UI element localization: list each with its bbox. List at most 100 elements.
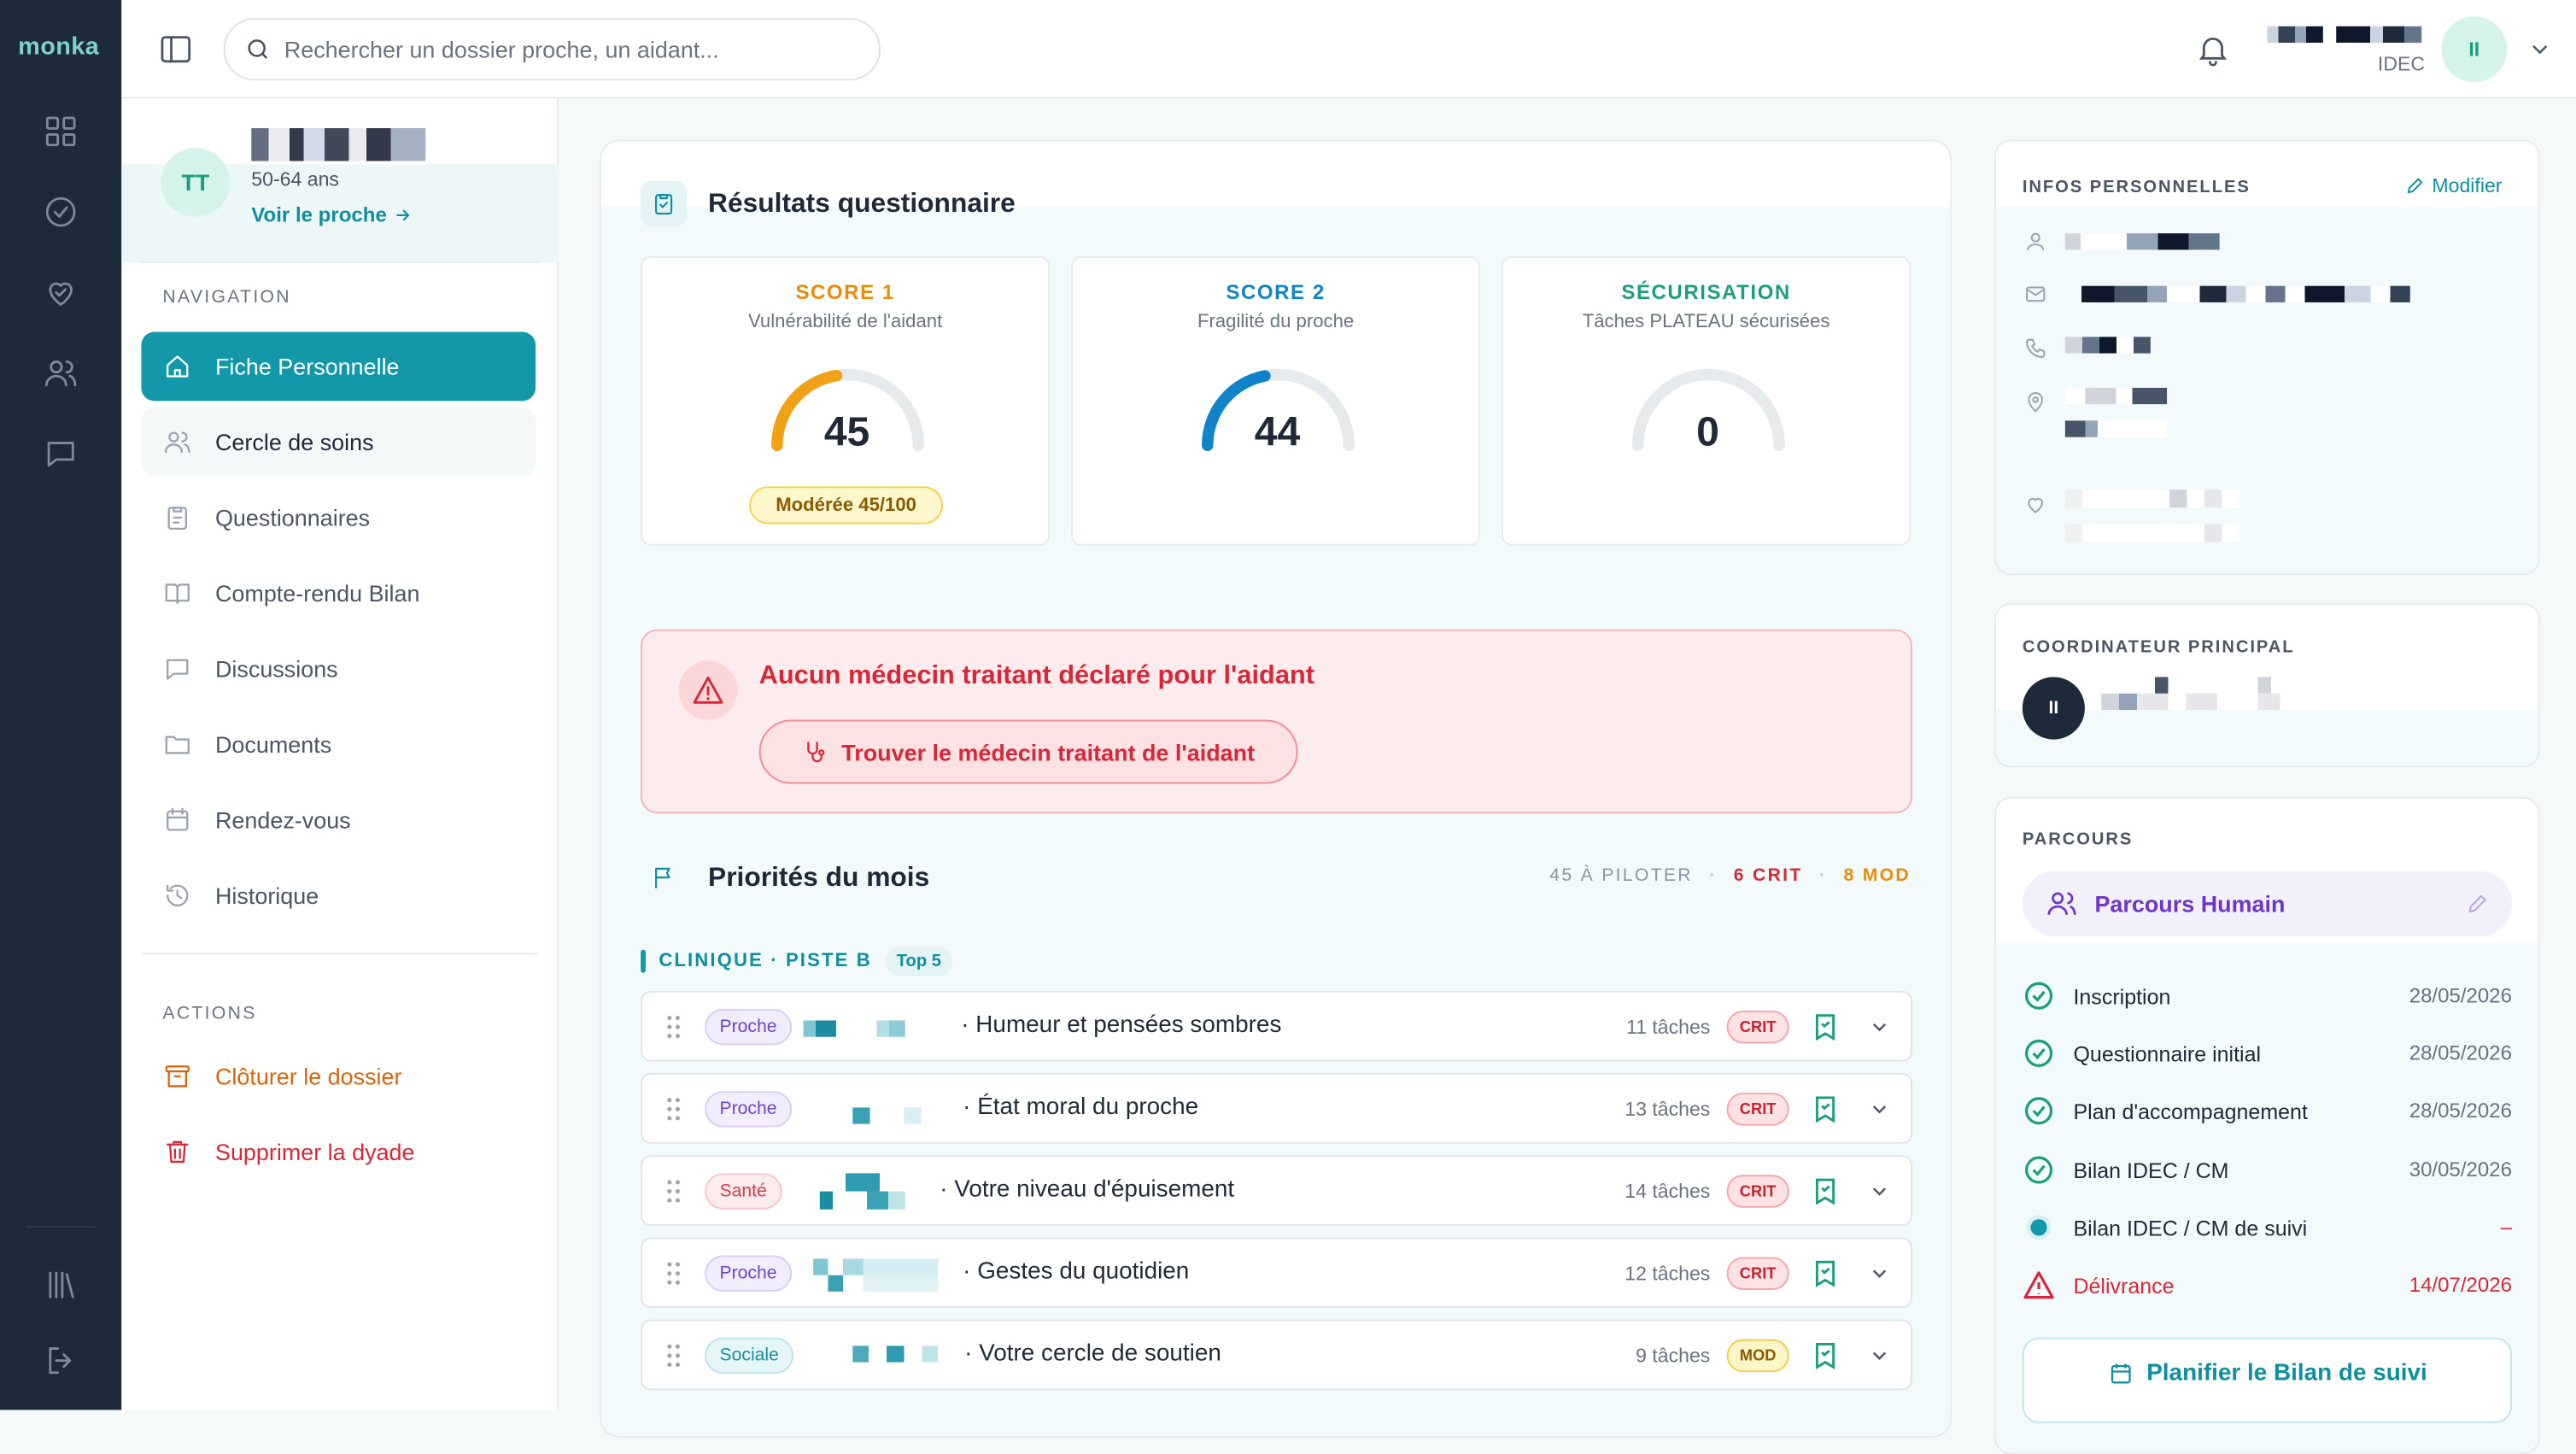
delete-dyad-button[interactable]: Supprimer la dyade	[141, 1123, 536, 1181]
main-card: Résultats questionnaire SCORE 1 Vulnérab…	[600, 139, 1952, 1439]
chevron-down-icon[interactable]	[1868, 1016, 1891, 1039]
bookmark-icon[interactable]	[1812, 1258, 1839, 1288]
see-relative-label: Voir le proche	[251, 203, 387, 227]
parcours-selector[interactable]: Parcours Humain	[2022, 871, 2513, 937]
stat-mod: 8 MOD	[1843, 865, 1912, 886]
user-name-redacted	[2267, 23, 2425, 46]
drag-handle-icon[interactable]	[665, 1342, 682, 1369]
nav-item-label: Compte-rendu Bilan	[214, 579, 420, 607]
nav-item-historique[interactable]: Historique	[141, 861, 536, 930]
flag-icon	[641, 854, 687, 900]
chevron-down-icon[interactable]	[1868, 1344, 1891, 1367]
phone-icon	[2026, 338, 2046, 358]
row-tag: Proche	[705, 1255, 792, 1292]
user-icon	[2027, 232, 2045, 250]
row-title: · Votre niveau d'épuisement	[940, 1176, 1235, 1204]
category-label: CLINIQUE · PISTE B	[659, 951, 872, 971]
app-logo: monka	[18, 32, 100, 62]
search-bar[interactable]	[223, 18, 881, 81]
chevron-down-icon[interactable]	[1868, 1098, 1891, 1121]
priority-row[interactable]: Sociale · Votre cercle de soutien 9 tâch…	[641, 1319, 1912, 1391]
pencil-icon	[2408, 178, 2424, 194]
drag-handle-icon[interactable]	[665, 1096, 682, 1123]
row-level-badge: CRIT	[1726, 1093, 1789, 1126]
row-level-badge: CRIT	[1726, 1257, 1789, 1290]
bookmark-icon[interactable]	[1812, 1341, 1839, 1371]
drag-handle-icon[interactable]	[665, 1014, 682, 1041]
nav-item-label: Questionnaires	[214, 504, 371, 531]
sidebar-toggle-icon[interactable]	[158, 32, 194, 67]
nav-item-fiche-personnelle[interactable]: Fiche Personnelle	[141, 331, 536, 402]
plan-follow-up-button[interactable]: Planifier le Bilan de suivi	[2022, 1337, 2513, 1423]
patient-avatar: TT	[161, 148, 231, 217]
priority-row[interactable]: Proche · Gestes du quotidien 12 tâches C…	[641, 1237, 1912, 1309]
message-icon	[167, 659, 189, 680]
patient-age: 50-64 ans	[251, 167, 339, 191]
navigation-label: NAVIGATION	[162, 287, 291, 308]
priority-row[interactable]: Santé · Votre niveau d'épuisement 14 tâc…	[641, 1155, 1912, 1226]
drag-handle-icon[interactable]	[665, 1178, 682, 1205]
bookmark-icon[interactable]	[1812, 1094, 1839, 1124]
redacted-name	[852, 1107, 939, 1124]
nav-item-compte-rendu-bilan[interactable]: Compte-rendu Bilan	[141, 559, 536, 628]
step-label: Inscription	[2073, 983, 2171, 1009]
logout-icon[interactable]	[38, 1338, 84, 1384]
nav-item-documents[interactable]: Documents	[141, 710, 536, 779]
score-title: SCORE 1	[795, 280, 895, 304]
trash-icon	[167, 1140, 189, 1164]
nav-item-label: Discussions	[214, 655, 338, 683]
user-avatar[interactable]: II	[2441, 16, 2508, 83]
nav-item-discussions[interactable]: Discussions	[141, 634, 536, 703]
rail-divider	[26, 1225, 96, 1228]
parcours-step: Bilan IDEC / CM 30/05/2026	[2023, 1152, 2512, 1187]
nav-item-questionnaires[interactable]: Questionnaires	[141, 484, 536, 553]
users-icon	[2047, 892, 2076, 915]
bookmark-icon[interactable]	[1812, 1012, 1839, 1042]
chevron-down-icon[interactable]	[1868, 1262, 1891, 1285]
check-circle-icon	[2025, 1039, 2053, 1067]
chevron-down-icon[interactable]	[1868, 1180, 1891, 1203]
row-tag: Proche	[705, 1091, 792, 1128]
row-task-count: 14 tâches	[1625, 1180, 1711, 1204]
bookmark-icon[interactable]	[1812, 1176, 1839, 1206]
step-date: 14/07/2026	[2409, 1273, 2513, 1297]
row-tag: Santé	[705, 1173, 782, 1210]
tasks-check-icon[interactable]	[38, 189, 84, 235]
bell-icon[interactable]	[2195, 32, 2231, 67]
check-circle-icon	[2025, 982, 2053, 1010]
users-icon[interactable]	[38, 350, 84, 396]
redacted-phone-value	[2064, 337, 2151, 354]
row-title: · Gestes du quotidien	[963, 1258, 1190, 1286]
no-doctor-alert: Aucun médecin traitant déclaré pour l'ai…	[641, 629, 1912, 814]
pencil-icon[interactable]	[2466, 892, 2489, 915]
score-card-3: SÉCURISATION Tâches PLATEAU sécurisées 0	[1502, 256, 1912, 546]
priority-row[interactable]: Proche · Humeur et pensées sombres 11 tâ…	[641, 990, 1912, 1062]
care-heart-icon[interactable]	[38, 269, 84, 315]
find-doctor-button[interactable]: Trouver le médecin traitant de l'aidant	[758, 719, 1298, 784]
row-level-badge: CRIT	[1726, 1010, 1789, 1044]
coordinator-avatar[interactable]: II	[2022, 677, 2085, 740]
close-dossier-button[interactable]: Clôturer le dossier	[141, 1047, 536, 1105]
priority-row[interactable]: Proche · État moral du proche 13 tâches …	[641, 1073, 1912, 1144]
personal-info-card: INFOS PERSONNELLES Modifier	[1994, 139, 2540, 576]
patient-name-redacted	[251, 128, 426, 161]
modify-button[interactable]: Modifier	[2406, 174, 2502, 197]
archive-icon	[165, 1065, 190, 1088]
actions-label: ACTIONS	[162, 1004, 257, 1024]
personal-info-label: INFOS PERSONNELLES	[2022, 177, 2251, 197]
search-input[interactable]	[284, 36, 843, 63]
messages-icon[interactable]	[38, 431, 84, 477]
redacted-name-value	[2064, 233, 2220, 250]
app-rail: monka	[0, 0, 122, 1410]
see-relative-link[interactable]: Voir le proche	[251, 203, 413, 227]
nav-item-cercle-de-soins[interactable]: Cercle de soins	[141, 407, 536, 477]
library-icon[interactable]	[38, 1262, 84, 1308]
dashboard-icon[interactable]	[38, 108, 84, 155]
category-header: CLINIQUE · PISTE B Top 5	[641, 946, 953, 976]
topbar: IDEC II	[121, 0, 2576, 99]
calendar-icon	[167, 807, 189, 831]
chevron-down-icon[interactable]	[2526, 36, 2553, 62]
heart-icon	[2028, 497, 2044, 513]
nav-item-rendez-vous[interactable]: Rendez-vous	[141, 785, 536, 854]
drag-handle-icon[interactable]	[665, 1260, 682, 1287]
